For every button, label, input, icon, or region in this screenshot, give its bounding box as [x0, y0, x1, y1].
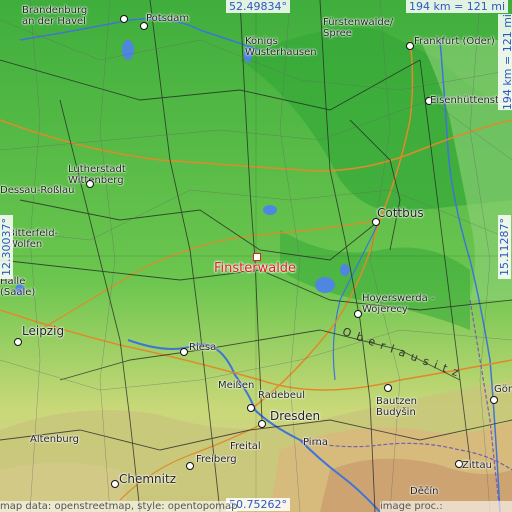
scale-vertical: 194 km = 121 mi: [498, 14, 512, 111]
city-label-potsdam: Potsdam: [146, 13, 190, 24]
city-label-dresden: Dresden: [270, 409, 321, 423]
city-marker: [14, 338, 22, 346]
city-label-wittenberg: Lutherstadt Wittenberg: [68, 164, 126, 186]
city-marker: [258, 420, 266, 428]
city-label-altenburg: Altenburg: [30, 434, 79, 445]
coord-top: 52.49834°: [226, 0, 290, 13]
city-label-radebeul: Radebeul: [258, 390, 305, 401]
coord-left: 12.30037°: [0, 215, 13, 279]
city-label-hoyerswerda: Hoyerswerda - Wojerecy: [362, 293, 435, 315]
city-label-dessau: Dessau-Roßlau: [0, 185, 75, 196]
city-marker: [354, 310, 362, 318]
town-marker: [253, 253, 261, 261]
scale-horizontal: 194 km = 121 mi: [406, 0, 509, 13]
city-marker: [490, 396, 498, 404]
town-label: Finsterwalde: [214, 261, 297, 276]
city-label-fuerstenwalde: Fürstenwalde/ Spree: [323, 17, 394, 39]
coord-right: 15.11287°: [498, 215, 511, 279]
city-marker: [120, 15, 128, 23]
city-label-leipzig: Leipzig: [22, 324, 65, 338]
city-label-freiberg: Freiberg: [196, 454, 237, 465]
city-label-goerlitz: Görlitz: [494, 384, 512, 395]
city-marker: [247, 404, 255, 412]
city-marker: [180, 348, 188, 356]
city-label-koenigs-wusterhausen: Königs Wusterhausen: [245, 36, 317, 58]
city-marker: [111, 480, 119, 488]
city-label-decin: Děčín: [410, 486, 439, 497]
city-label-cottbus: Cottbus: [377, 206, 424, 220]
city-label-zittau: Zittau: [462, 460, 492, 471]
city-marker: [406, 42, 414, 50]
city-label-riesa: Riesa: [189, 342, 217, 353]
city-label-frankfurt: Frankfurt (Oder): [414, 36, 495, 47]
city-marker: [140, 22, 148, 30]
city-label-chemnitz: Chemnitz: [119, 472, 176, 486]
topographic-map: Oberlausitz Brandenburg an der Havel Pot…: [0, 0, 512, 512]
city-label-meissen: Meißen: [218, 380, 255, 391]
city-marker: [86, 180, 94, 188]
city-label-pirna: Pirna: [303, 437, 328, 448]
city-marker: [384, 384, 392, 392]
city-label-bautzen: Bautzen Budyšin: [376, 396, 417, 418]
city-label-brandenburg: Brandenburg an der Havel: [22, 5, 88, 27]
attribution-right: image proc.: elevation.map: [380, 501, 512, 512]
attribution-left: map data: openstreetmap, style: opentopo…: [0, 501, 238, 512]
city-label-freital: Freital: [230, 441, 261, 452]
city-marker: [186, 462, 194, 470]
city-label-bitterfeld: Bitterfeld- Wolfen: [8, 228, 59, 250]
city-label-halle: Halle (Saale): [0, 276, 36, 298]
